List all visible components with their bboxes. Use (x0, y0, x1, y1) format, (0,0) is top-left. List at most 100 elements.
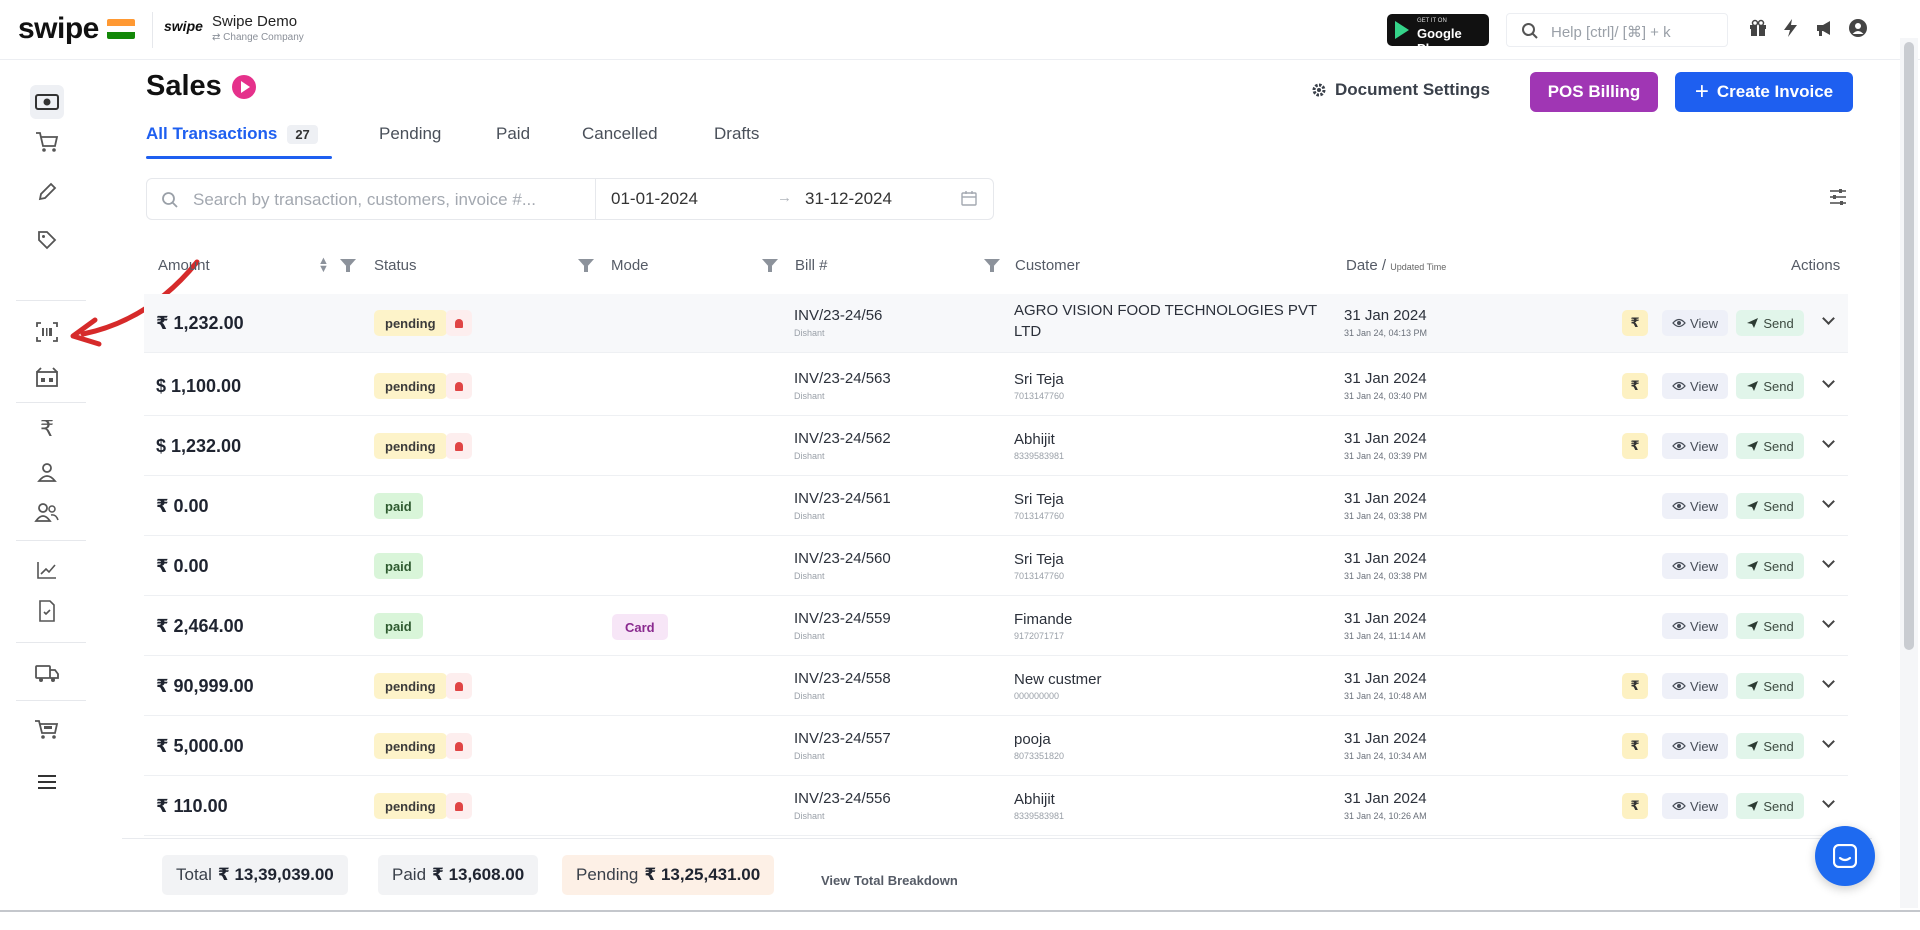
chevron-down-icon[interactable] (1822, 615, 1835, 628)
send-button[interactable]: Send (1736, 493, 1804, 519)
send-button[interactable]: Send (1736, 793, 1804, 819)
bill-number[interactable]: INV/23-24/559 (794, 610, 891, 627)
bill-number[interactable]: INV/23-24/562 (794, 430, 891, 447)
table-row[interactable]: ₹ 90,999.00 pending INV/23-24/558 Dishant Ne… (144, 657, 1848, 716)
status-badge[interactable]: paid (374, 613, 423, 639)
reminder-bell-icon[interactable] (446, 373, 472, 399)
status-badge[interactable]: paid (374, 493, 423, 519)
record-payment-button[interactable]: ₹ (1622, 733, 1648, 759)
customer-name[interactable]: Sri Teja (1014, 549, 1064, 570)
reminder-bell-icon[interactable] (446, 310, 472, 336)
view-button[interactable]: View (1662, 733, 1728, 759)
date-to-field[interactable]: 31-12-2024 (805, 189, 892, 209)
status-badge[interactable]: paid (374, 553, 423, 579)
google-play-badge[interactable]: GET IT ON Google Play (1387, 14, 1489, 56)
record-payment-button[interactable]: ₹ (1622, 433, 1648, 459)
send-button[interactable]: Send (1736, 733, 1804, 759)
reminder-bell-icon[interactable] (446, 433, 472, 459)
sidebar-item-menu[interactable] (30, 765, 64, 799)
chevron-down-icon[interactable] (1822, 375, 1835, 388)
status-badge[interactable]: pending (374, 310, 447, 336)
bill-number[interactable]: INV/23-24/560 (794, 550, 891, 567)
bill-number[interactable]: INV/23-24/556 (794, 790, 891, 807)
sidebar-item-ewaybill[interactable] (30, 656, 64, 690)
swipe-logo[interactable]: swipe (18, 12, 99, 46)
bill-number[interactable]: INV/23-24/557 (794, 730, 891, 747)
tab-paid[interactable]: Paid (496, 124, 530, 144)
chevron-down-icon[interactable] (1822, 495, 1835, 508)
customer-name[interactable]: pooja (1014, 729, 1051, 750)
customer-name[interactable]: Abhijit (1014, 789, 1055, 810)
gift-icon[interactable] (1748, 18, 1768, 38)
send-button[interactable]: Send (1736, 673, 1804, 699)
chevron-down-icon[interactable] (1822, 675, 1835, 688)
column-settings-icon[interactable] (1828, 187, 1848, 207)
status-badge[interactable]: pending (374, 733, 447, 759)
sidebar-item-quotations[interactable] (30, 175, 64, 209)
status-badge[interactable]: pending (374, 433, 447, 459)
record-payment-button[interactable]: ₹ (1622, 673, 1648, 699)
sidebar-item-warehouse[interactable] (30, 360, 64, 394)
send-button[interactable]: Send (1736, 553, 1804, 579)
chevron-down-icon[interactable] (1822, 795, 1835, 808)
customer-name[interactable]: AGRO VISION FOOD TECHNOLOGIES PVT LTD (1014, 300, 1317, 342)
chevron-down-icon[interactable] (1822, 735, 1835, 748)
customer-name[interactable]: Fimande (1014, 609, 1072, 630)
view-button[interactable]: View (1662, 553, 1728, 579)
filter-icon[interactable] (762, 259, 778, 272)
bill-number[interactable]: INV/23-24/558 (794, 670, 891, 687)
view-button[interactable]: View (1662, 310, 1728, 336)
customer-name[interactable]: Abhijit (1014, 429, 1055, 450)
megaphone-icon[interactable] (1814, 18, 1834, 38)
sidebar-item-online-store[interactable] (30, 712, 64, 746)
change-company-link[interactable]: ⇄ Change Company (212, 32, 304, 43)
send-button[interactable]: Send (1736, 433, 1804, 459)
table-row[interactable]: ₹ 5,000.00 pending INV/23-24/557 Dishant poo… (144, 717, 1848, 776)
create-invoice-button[interactable]: + Create Invoice (1675, 72, 1853, 112)
status-badge[interactable]: pending (374, 373, 447, 399)
filter-icon[interactable] (578, 259, 594, 272)
bill-number[interactable]: INV/23-24/561 (794, 490, 891, 507)
calendar-icon[interactable] (961, 190, 977, 206)
table-row[interactable]: $ 1,232.005pendingINV/23-24/562DishantAb… (144, 417, 1848, 476)
record-payment-button[interactable]: ₹ (1622, 373, 1648, 399)
table-row[interactable]: $ 1,100.00 pending INV/23-24/563 Dishant Sri… (144, 357, 1848, 416)
sidebar-item-reports[interactable] (30, 553, 64, 587)
customer-name[interactable]: Sri Teja (1014, 369, 1064, 390)
lightning-icon[interactable] (1782, 18, 1800, 38)
tab-drafts[interactable]: Drafts (714, 124, 759, 144)
table-row[interactable]: ₹ 2,464.00 paid Card INV/23-24/559 Dishant Fi… (144, 597, 1848, 656)
filter-icon[interactable] (340, 259, 356, 272)
view-button[interactable]: View (1662, 493, 1728, 519)
view-button[interactable]: View (1662, 433, 1728, 459)
view-button[interactable]: View (1662, 373, 1728, 399)
sidebar-item-payments[interactable]: ₹ (30, 412, 64, 446)
chevron-down-icon[interactable] (1822, 555, 1835, 568)
tab-cancelled[interactable]: Cancelled (582, 124, 658, 144)
reminder-bell-icon[interactable] (446, 733, 472, 759)
send-button[interactable]: Send (1736, 373, 1804, 399)
view-button[interactable]: View (1662, 793, 1728, 819)
view-button[interactable]: View (1662, 613, 1728, 639)
sidebar-item-customers[interactable] (30, 455, 64, 489)
reminder-bell-icon[interactable] (446, 793, 472, 819)
tab-pending[interactable]: Pending (379, 124, 441, 144)
status-badge[interactable]: pending (374, 793, 447, 819)
send-button[interactable]: Send (1736, 613, 1804, 639)
chevron-down-icon[interactable] (1822, 435, 1835, 448)
customer-name[interactable]: Sri Teja (1014, 489, 1064, 510)
table-row[interactable]: ₹ 110.00 pending INV/23-24/556 Dishant Abhij… (144, 777, 1848, 836)
search-input[interactable] (193, 187, 589, 213)
view-button[interactable]: View (1662, 673, 1728, 699)
sidebar-item-vendors[interactable] (30, 495, 64, 529)
pos-billing-button[interactable]: POS Billing (1530, 72, 1658, 112)
customer-name[interactable]: New custmer (1014, 669, 1102, 690)
sidebar-item-sales[interactable] (30, 85, 64, 119)
sidebar-item-documents[interactable] (30, 594, 64, 628)
tab-all-transactions[interactable]: All Transactions 27 (146, 124, 318, 144)
filter-icon[interactable] (984, 259, 1000, 272)
account-icon[interactable] (1848, 18, 1868, 38)
table-row[interactable]: ₹ 0.00 paid INV/23-24/561 Dishant Sri Teja 70… (144, 477, 1848, 536)
reminder-bell-icon[interactable] (446, 673, 472, 699)
sidebar-item-purchases[interactable] (30, 125, 64, 159)
